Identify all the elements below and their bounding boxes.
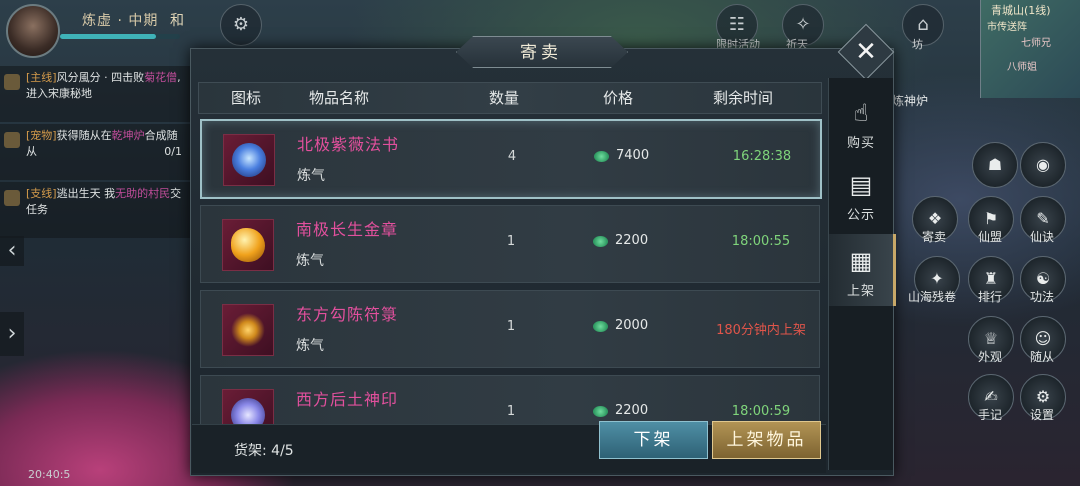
quest-item[interactable]: [主线]风分風分 · 四击败菊花僧,进入宋康秘地: [0, 66, 190, 122]
collapse-left-arrow-icon[interactable]: ‹: [0, 236, 24, 266]
item-name: 西方后土神印: [296, 390, 399, 409]
quest-target: 菊花僧: [144, 71, 178, 84]
item-quantity: 4: [507, 149, 517, 164]
quest-icon: [4, 74, 20, 90]
tab-notice[interactable]: ▤ 公示: [829, 158, 893, 230]
quest-text: 逃出生天 我: [56, 187, 116, 200]
right-menu-scroll-label: 仙诀: [1029, 230, 1054, 244]
right-menu-follower-label: 随从: [1029, 350, 1054, 364]
system-clock: 20:40:5: [28, 468, 71, 481]
minimap-title: 青城山(1线): [991, 4, 1051, 17]
blue-orb-icon: [223, 134, 275, 186]
item-name: 北极紫薇法书: [297, 135, 400, 154]
buy-hand-icon: ☝: [853, 99, 869, 127]
column-header-name: 物品名称: [309, 89, 370, 107]
item-price: 2000: [615, 318, 649, 333]
item-quantity: 1: [506, 404, 516, 419]
quest-tag: [主线]: [26, 71, 57, 84]
spirit-icon[interactable]: ◉: [1020, 142, 1066, 188]
tab-list[interactable]: ▦ 上架: [829, 234, 896, 306]
item-remaining-time: 18:00:59: [731, 404, 791, 419]
minimap[interactable]: 青城山(1线) 市传送阵 七师兄 八师姐: [980, 0, 1080, 98]
player-realm: 炼虚 · 中期: [82, 13, 159, 29]
item-quantity: 1: [506, 319, 516, 334]
dialog-title: 寄卖: [520, 43, 562, 63]
minimap-place: 市传送阵: [987, 22, 1027, 33]
notice-board-icon: ▤: [849, 171, 873, 199]
quest-icon: [4, 132, 20, 148]
jade-coin-icon: [594, 151, 609, 162]
right-menu-settings-label: 设置: [1029, 408, 1054, 422]
unlist-button[interactable]: 下架: [599, 421, 708, 459]
item-remaining-time: 16:28:38: [732, 149, 792, 164]
item-name: 东方勾陈符箓: [296, 305, 399, 324]
consignment-tabs: ☝ 购买 ▤ 公示 ▦ 上架: [828, 78, 896, 470]
jade-coin-icon: [593, 236, 608, 247]
item-name: 南极长生金章: [296, 220, 399, 239]
bag-icon[interactable]: ☗: [972, 142, 1018, 188]
list-item-icon: ▦: [849, 247, 873, 275]
column-header-icon: 图标: [231, 89, 262, 107]
table-row[interactable]: 南极长生金章 炼气 1 2200 18:00:55: [200, 205, 820, 283]
item-quantity: 1: [506, 234, 516, 249]
quest-tag: [宠物]: [26, 129, 57, 142]
quest-target: 乾坤炉: [111, 129, 145, 142]
right-menu-skill-label: 功法: [1029, 290, 1054, 304]
right-menu-appearance-label: 外观: [977, 350, 1002, 364]
player-mode[interactable]: 和: [170, 10, 184, 30]
right-menu-ranking-label: 排行: [977, 290, 1002, 304]
item-price: 2200: [615, 403, 649, 418]
jade-coin-icon: [593, 406, 608, 417]
quest-tracker: [主线]风分風分 · 四击败菊花僧,进入宋康秘地 [宠物]获得随从在乾坤炉合成随…: [0, 66, 190, 240]
close-icon[interactable]: ✕: [846, 32, 886, 72]
quest-text: 获得随从在: [56, 129, 112, 142]
item-realm: 炼气: [296, 338, 324, 354]
column-header-price: 价格: [603, 89, 634, 107]
table-row[interactable]: 西方后土神印 1 2200 18:00:59: [200, 375, 820, 425]
player-health-bar: [60, 34, 180, 39]
tab-notice-label: 公示: [846, 208, 875, 223]
quest-progress: 0/1: [164, 145, 182, 158]
golden-talisman-icon: [222, 304, 274, 356]
quest-icon: [4, 190, 20, 206]
right-menu-consign-label: 寄卖: [921, 230, 946, 244]
item-realm: 炼气: [296, 253, 324, 269]
item-remaining-time: 180分钟内上架: [716, 323, 806, 338]
list-item-button[interactable]: 上架物品: [712, 421, 821, 459]
table-row[interactable]: 北极紫薇法书 炼气 4 7400 16:28:38: [200, 119, 822, 199]
tab-buy[interactable]: ☝ 购买: [829, 86, 893, 158]
quest-target: 无助的村民: [115, 187, 171, 200]
quest-text: 风分風分 · 四击败: [56, 71, 145, 84]
table-header: 图标 物品名称 数量 价格 剩余时间: [198, 82, 822, 114]
tab-list-label: 上架: [846, 284, 875, 299]
world-emblem-icon[interactable]: ⚙: [220, 4, 262, 46]
quest-item[interactable]: [宠物]获得随从在乾坤炉合成随从 0/1: [0, 124, 190, 180]
market-icon[interactable]: ⌂: [902, 4, 944, 46]
right-menu-journal-label: 手记: [977, 408, 1002, 422]
minimap-npc-2: 八师姐: [1007, 62, 1037, 73]
column-header-time: 剩余时间: [713, 89, 774, 107]
quest-tag: [支线]: [26, 187, 57, 200]
item-realm: 炼气: [297, 168, 325, 184]
quest-item[interactable]: [支线]逃出生天 我无助的村民交任务: [0, 182, 190, 238]
shelf-capacity: 货架: 4/5: [234, 443, 294, 459]
expand-left-arrow-icon[interactable]: ›: [0, 312, 24, 356]
minimap-npc-1: 七师兄: [1021, 38, 1051, 49]
player-avatar[interactable]: [6, 4, 60, 58]
gold-seal-icon: [222, 219, 274, 271]
top-menu-market-label: 坊: [912, 38, 923, 51]
table-row[interactable]: 东方勾陈符箓 炼气 1 2000 180分钟内上架: [200, 290, 820, 368]
item-price: 7400: [616, 148, 650, 163]
item-remaining-time: 18:00:55: [731, 234, 791, 249]
tab-buy-label: 购买: [846, 136, 875, 151]
item-price: 2200: [615, 233, 649, 248]
column-header-qty: 数量: [489, 89, 520, 107]
crystal-seal-icon: [222, 389, 274, 424]
right-menu-alliance-label: 仙盟: [977, 230, 1002, 244]
jade-coin-icon: [593, 321, 608, 332]
right-menu-mapscroll-label: 山海残卷: [907, 290, 956, 304]
